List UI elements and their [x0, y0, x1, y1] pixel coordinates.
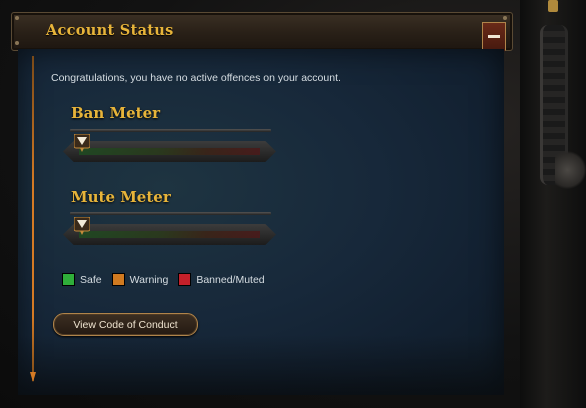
legend-label: Warning [129, 273, 169, 286]
mute-meter-rail [70, 212, 271, 215]
safe-swatch-icon [62, 273, 75, 286]
legend-item-safe: Safe [62, 273, 102, 286]
border-ornament [555, 150, 586, 190]
status-message: Congratulations, you have no active offe… [51, 72, 341, 84]
rivet-icon [15, 41, 19, 45]
mute-meter-track [79, 231, 260, 238]
mute-meter-bar [63, 224, 276, 245]
account-status-panel [18, 49, 504, 395]
border-knob [548, 0, 558, 12]
ban-meter-pointer-icon [74, 134, 90, 152]
legend-label: Safe [80, 273, 102, 286]
banned-swatch-icon [178, 273, 192, 286]
ban-meter-title: Ban Meter [71, 104, 161, 122]
rivet-icon [503, 16, 507, 20]
panel-texture [18, 335, 504, 395]
legend-label: Banned/Muted [196, 273, 265, 286]
meter-legend: Safe Warning Banned/Muted [62, 273, 275, 286]
mute-meter-title: Mute Meter [71, 188, 171, 206]
legend-item-banned: Banned/Muted [178, 273, 265, 286]
view-code-of-conduct-button[interactable]: View Code of Conduct [53, 313, 198, 336]
ban-meter-rail [70, 129, 271, 132]
rivet-icon [15, 16, 19, 20]
legend-item-warning: Warning [111, 273, 169, 286]
panel-title: Account Status [46, 22, 174, 39]
panel-header: Account Status [11, 12, 513, 58]
minus-icon [488, 35, 500, 38]
decorative-vertical-line [32, 56, 34, 381]
ban-meter-track [79, 148, 260, 155]
warning-swatch-icon [111, 273, 125, 286]
mute-meter-pointer-icon [74, 217, 90, 235]
ban-meter-bar [63, 141, 276, 162]
